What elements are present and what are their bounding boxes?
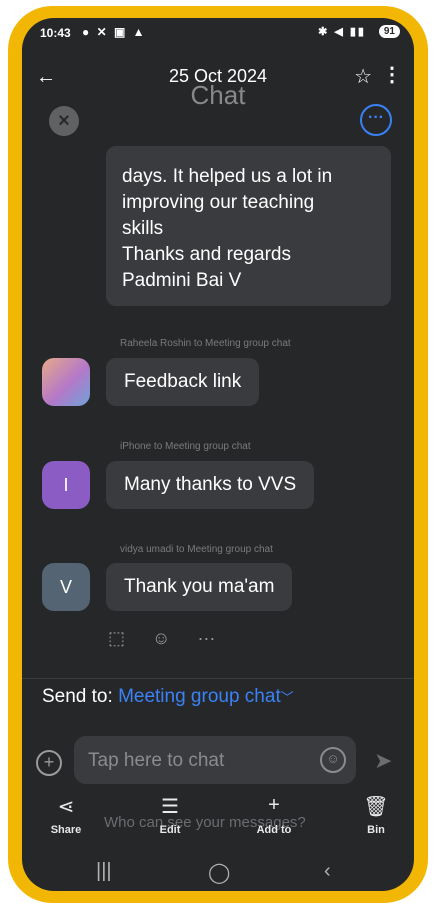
top-bar: ← 25 Oct 2024 Chat ☆ ⋮ — [22, 44, 414, 110]
share-icon: ⋖ — [57, 796, 75, 818]
message-line: skills — [122, 218, 164, 239]
close-icon[interactable]: × — [49, 106, 79, 136]
emoji-icon[interactable]: ☺ — [320, 747, 346, 773]
chat-input-placeholder: Tap here to chat — [88, 750, 225, 771]
send-to-row[interactable]: Send to: Meeting group chat﹀ — [42, 686, 294, 708]
edit-label: Edit — [159, 824, 181, 836]
message-meta: iPhone to Meeting group chat — [120, 441, 251, 452]
back-icon[interactable]: ‹ — [324, 860, 331, 883]
edit-icon: ☰ — [161, 796, 179, 818]
add-to-label: Add to — [256, 824, 292, 836]
message-meta: vidya umadi to Meeting group chat — [120, 544, 273, 555]
recent-apps-icon[interactable]: ||| — [96, 860, 112, 883]
message-bubble[interactable]: Feedback link — [106, 358, 260, 406]
battery-icon: 91 — [378, 25, 400, 38]
bin-icon: 🗑︎ — [363, 796, 389, 818]
message-bubble[interactable]: Thank you ma'am — [106, 563, 293, 611]
message-bubble-continued[interactable]: days. It helped us a lot in improving ou… — [106, 146, 391, 306]
message-bubble[interactable]: Many thanks to VVS — [106, 461, 315, 509]
reaction-row: ⬚ ☺ ··· — [108, 628, 237, 649]
avatar[interactable]: V — [42, 563, 90, 611]
message-line: Padmini Bai V — [122, 270, 242, 291]
message-line: Thanks and regards — [122, 244, 291, 265]
message-line: days. It helped us a lot in — [122, 166, 333, 187]
more-reactions-icon[interactable]: ··· — [197, 628, 215, 648]
status-time: 10:43 — [40, 26, 71, 40]
message-meta: Raheela Roshin to Meeting group chat — [120, 338, 291, 349]
signal-icons: ✱ ◀ ▮▮ — [318, 26, 366, 38]
add-to-button[interactable]: + Add to — [244, 794, 304, 836]
home-icon[interactable]: ◯ — [208, 860, 230, 885]
bin-button[interactable]: 🗑︎ Bin — [346, 794, 406, 836]
phone-screen: 10:43 ● ✕ ▣ ▲ ✱ ◀ ▮▮ 91 ← 25 Oct 2024 Ch… — [22, 18, 414, 891]
status-bar: 10:43 ● ✕ ▣ ▲ ✱ ◀ ▮▮ 91 — [22, 18, 414, 44]
add-reaction-icon[interactable]: ☺ — [152, 628, 170, 648]
bin-label: Bin — [367, 824, 385, 836]
send-icon[interactable]: ➤ — [374, 748, 392, 774]
add-icon: + — [268, 794, 280, 816]
avatar-photo[interactable] — [42, 358, 90, 406]
kebab-menu-icon[interactable]: ⋮ — [382, 62, 402, 87]
divider — [22, 678, 414, 679]
reply-icon[interactable]: ⬚ — [108, 628, 125, 648]
edit-button[interactable]: ☰ Edit — [140, 794, 200, 836]
share-button[interactable]: ⋖ Share — [36, 794, 96, 836]
add-attachment-icon[interactable]: + — [36, 750, 62, 776]
avatar[interactable]: I — [42, 461, 90, 509]
chevron-down-icon[interactable]: ﹀ — [281, 690, 294, 705]
star-icon[interactable]: ☆ — [354, 64, 372, 89]
send-to-target[interactable]: Meeting group chat — [118, 686, 281, 707]
chat-input[interactable]: Tap here to chat ☺ — [74, 736, 356, 784]
share-label: Share — [50, 824, 82, 836]
more-options-icon[interactable]: ··· — [360, 104, 392, 136]
send-to-label: Send to: — [42, 686, 113, 707]
message-line: improving our teaching — [122, 192, 315, 213]
system-nav-bar: ||| ◯ ‹ — [22, 858, 414, 891]
notification-icons: ● ✕ ▣ ▲ — [82, 25, 147, 39]
